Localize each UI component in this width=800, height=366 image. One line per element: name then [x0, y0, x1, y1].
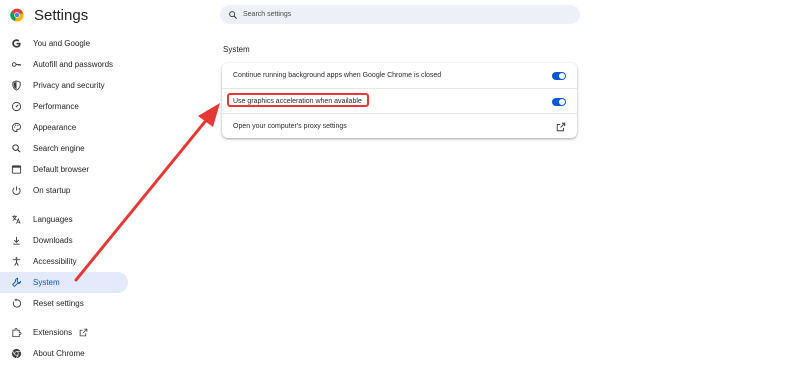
page-title: Settings: [34, 7, 89, 24]
sidebar-item-label: You and Google: [33, 39, 91, 48]
setting-label: Open your computer's proxy settings: [233, 123, 347, 130]
download-icon: [11, 235, 22, 246]
section-title: System: [223, 45, 250, 54]
sidebar-item-label: Languages: [33, 215, 73, 224]
sidebar-item-you-and-google[interactable]: You and Google: [0, 33, 128, 54]
sidebar-item-label: Privacy and security: [33, 81, 105, 90]
sidebar-item-search-engine[interactable]: Search engine: [0, 138, 128, 159]
sidebar-item-label: Performance: [33, 102, 79, 111]
sidebar-item-default-browser[interactable]: Default browser: [0, 159, 128, 180]
sidebar-item-system[interactable]: System: [0, 272, 128, 293]
setting-row-proxy-settings[interactable]: Open your computer's proxy settings: [222, 113, 577, 139]
shield-icon: [11, 80, 22, 91]
browser-window-icon: [11, 164, 22, 175]
speedometer-icon: [11, 101, 22, 112]
sidebar-item-languages[interactable]: Languages: [0, 209, 128, 230]
key-icon: [11, 59, 22, 70]
sidebar-item-on-startup[interactable]: On startup: [0, 180, 128, 201]
search-icon: [229, 10, 237, 19]
search-input[interactable]: Search settings: [220, 5, 580, 24]
sidebar-item-extensions[interactable]: Extensions: [0, 322, 128, 343]
external-link-icon: [79, 328, 88, 337]
setting-label: Continue running background apps when Go…: [233, 72, 442, 79]
sidebar-item-performance[interactable]: Performance: [0, 96, 128, 117]
sidebar-item-about-chrome[interactable]: About Chrome: [0, 343, 128, 364]
annotation-highlight-box: [227, 93, 369, 107]
external-link-icon[interactable]: [556, 122, 566, 132]
sidebar-item-label: System: [33, 278, 60, 287]
sidebar-item-label: Search engine: [33, 144, 85, 153]
reset-icon: [11, 298, 22, 309]
palette-icon: [11, 122, 22, 133]
toggle-knob: [559, 98, 565, 105]
wrench-icon: [11, 277, 22, 288]
search-icon: [11, 143, 22, 154]
sidebar-item-accessibility[interactable]: Accessibility: [0, 251, 128, 272]
sidebar-item-autofill[interactable]: Autofill and passwords: [0, 54, 128, 75]
toggle-knob: [559, 72, 565, 79]
google-g-icon: [11, 38, 22, 49]
sidebar-item-label: Extensions: [33, 328, 73, 337]
sidebar-item-appearance[interactable]: Appearance: [0, 117, 128, 138]
chrome-logo-icon: [10, 8, 24, 22]
sidebar-item-label: On startup: [33, 186, 71, 195]
sidebar-item-label: Appearance: [33, 123, 77, 132]
translate-icon: [11, 214, 22, 225]
search-placeholder: Search settings: [243, 11, 292, 18]
setting-row-background-apps[interactable]: Continue running background apps when Go…: [222, 63, 577, 88]
graphics-acceleration-toggle[interactable]: [552, 97, 566, 106]
power-icon: [11, 185, 22, 196]
chrome-icon: [11, 348, 22, 359]
sidebar-item-downloads[interactable]: Downloads: [0, 230, 128, 251]
sidebar-item-reset-settings[interactable]: Reset settings: [0, 293, 128, 314]
sidebar-item-privacy[interactable]: Privacy and security: [0, 75, 128, 96]
sidebar-item-label: Autofill and passwords: [33, 60, 114, 69]
sidebar-item-label: Accessibility: [33, 257, 77, 266]
sidebar-item-label: Reset settings: [33, 299, 84, 308]
sidebar-item-label: Default browser: [33, 165, 90, 174]
accessibility-icon: [11, 256, 22, 267]
background-apps-toggle[interactable]: [552, 71, 566, 80]
sidebar-item-label: About Chrome: [33, 349, 85, 358]
puzzle-icon: [11, 327, 22, 338]
sidebar-item-label: Downloads: [33, 236, 73, 245]
